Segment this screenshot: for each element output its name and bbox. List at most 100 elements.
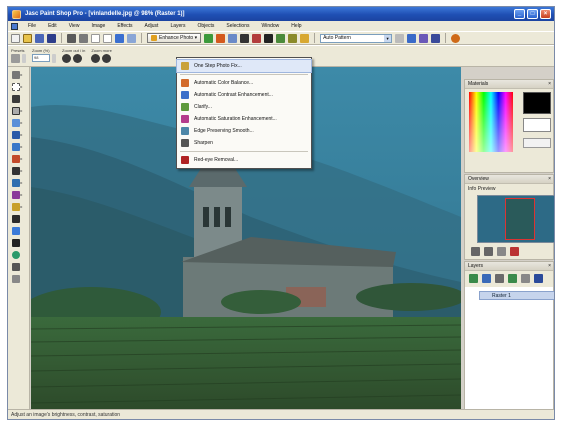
print-icon[interactable]	[67, 33, 76, 43]
texture-swatch[interactable]	[523, 138, 551, 148]
copy-icon[interactable]	[127, 33, 136, 43]
menu-item-color-balance[interactable]: Automatic Color Balance...	[177, 77, 311, 89]
menu-image[interactable]: Image	[89, 23, 107, 29]
chevron-down-icon[interactable]	[22, 54, 26, 63]
zoom-in-icon[interactable]	[73, 54, 82, 63]
menu-help[interactable]: Help	[289, 23, 303, 29]
adjustment-layer-icon[interactable]	[508, 274, 517, 283]
menu-bar: File Edit View Image Effects Adjust Laye…	[8, 21, 554, 31]
text-tool-icon[interactable]	[11, 238, 20, 247]
crop-tool-icon[interactable]	[11, 106, 20, 115]
menu-edit[interactable]: Edit	[46, 23, 59, 29]
menu-objects[interactable]: Objects	[195, 23, 216, 29]
zoom-out-icon[interactable]	[62, 54, 71, 63]
text-icon[interactable]	[264, 33, 274, 43]
close-icon[interactable]: ×	[540, 9, 551, 19]
mask-icon[interactable]	[495, 274, 504, 283]
eraser-tool-icon[interactable]	[11, 202, 20, 211]
pen-tool-icon[interactable]	[11, 262, 20, 271]
menu-item-one-step-photo-fix[interactable]: One Step Photo Fix...	[176, 59, 312, 73]
fit-icon[interactable]	[497, 247, 506, 256]
zoom-more-out-icon[interactable]	[91, 54, 101, 63]
close-icon[interactable]: ×	[548, 263, 551, 269]
menu-file[interactable]: File	[26, 23, 38, 29]
background-swatch[interactable]	[523, 118, 551, 132]
menu-item-contrast-enhancement[interactable]: Automatic Contrast Enhancement...	[177, 89, 311, 101]
browse-icon[interactable]	[35, 33, 44, 43]
clone-tool-icon[interactable]	[11, 154, 20, 163]
stop-icon[interactable]	[395, 33, 405, 43]
menu-item-saturation-enhancement[interactable]: Automatic Saturation Enhancement...	[177, 113, 311, 125]
overview-tabs[interactable]: Info Preview	[468, 186, 496, 192]
option-presets: Presets	[11, 48, 26, 63]
menu-adjust[interactable]: Adjust	[143, 23, 161, 29]
red-eye-tool-icon[interactable]	[11, 142, 20, 151]
menu-item-edge-preserving-smooth[interactable]: Edge Preserving Smooth...	[177, 125, 311, 137]
red-eye-tool-icon[interactable]	[252, 33, 262, 43]
record-icon[interactable]	[419, 33, 429, 43]
layer-icon[interactable]	[276, 33, 286, 43]
maximize-icon[interactable]: □	[527, 9, 538, 19]
close-icon[interactable]: ×	[548, 81, 551, 87]
cut-icon[interactable]	[115, 33, 124, 43]
app-icon	[12, 9, 21, 19]
zoom-in-icon[interactable]	[484, 247, 493, 256]
flood-fill-icon[interactable]	[11, 226, 20, 235]
dropper-tool-icon[interactable]	[11, 130, 20, 139]
grid-icon[interactable]	[288, 33, 298, 43]
straighten-tool-icon[interactable]	[11, 118, 20, 127]
zoom-out-icon[interactable]	[471, 247, 480, 256]
crop-icon[interactable]	[240, 33, 250, 43]
help-icon[interactable]	[451, 33, 461, 43]
picture-tube-icon[interactable]	[11, 214, 20, 223]
new-file-icon[interactable]	[11, 33, 20, 43]
paint-brush-icon[interactable]	[11, 166, 20, 175]
menu-view[interactable]: View	[67, 23, 82, 29]
save-icon[interactable]	[47, 33, 56, 43]
menu-effects[interactable]: Effects	[115, 23, 134, 29]
menu-window[interactable]: Window	[260, 23, 282, 29]
color-spectrum[interactable]	[469, 92, 513, 152]
zoom-more-in-icon[interactable]	[102, 54, 112, 63]
histogram-icon[interactable]	[228, 33, 238, 43]
scan-icon[interactable]	[79, 33, 88, 43]
menu-item-clarify[interactable]: Clarify...	[177, 101, 311, 113]
new-layer-icon[interactable]	[469, 274, 478, 283]
document-icon[interactable]	[11, 22, 18, 30]
minimize-icon[interactable]: _	[514, 9, 525, 19]
palette-icon[interactable]	[204, 33, 214, 43]
preset-select[interactable]: Auto Pattern ▼	[320, 33, 393, 43]
menu-item-sharpen[interactable]: Sharpen	[177, 137, 311, 149]
menu-layers[interactable]: Layers	[168, 23, 187, 29]
enhance-photo-button[interactable]: Enhance Photo ▾	[147, 33, 202, 43]
save-script-icon[interactable]	[431, 33, 441, 43]
undo-icon[interactable]	[91, 33, 100, 43]
layer-row[interactable]: Raster 1	[479, 291, 554, 300]
redo-icon[interactable]	[103, 33, 112, 43]
view-icon[interactable]	[510, 247, 519, 256]
effects-browser-icon[interactable]	[216, 33, 226, 43]
run-script-icon[interactable]	[407, 33, 417, 43]
selection-tool-icon[interactable]	[11, 82, 20, 91]
pan-tool-icon[interactable]	[11, 70, 20, 79]
delete-layer-icon[interactable]	[534, 274, 543, 283]
script-icon[interactable]	[300, 33, 310, 43]
open-folder-icon[interactable]	[23, 33, 32, 43]
vector-layer-icon[interactable]	[482, 274, 491, 283]
smudge-tool-icon[interactable]	[11, 190, 20, 199]
menu-item-red-eye-removal[interactable]: Red-eye Removal...	[177, 154, 311, 166]
move-tool-icon[interactable]	[11, 94, 20, 103]
menu-selections[interactable]: Selections	[224, 23, 251, 29]
link-icon[interactable]	[521, 274, 530, 283]
preset-shape-icon[interactable]	[11, 250, 20, 259]
close-icon[interactable]: ×	[548, 176, 551, 182]
foreground-swatch[interactable]	[523, 92, 551, 114]
presets-icon[interactable]	[11, 54, 20, 63]
option-zoom: Zoom (%) 98	[32, 48, 56, 63]
object-selector-icon[interactable]	[11, 274, 20, 283]
title-bar[interactable]: Jasc Paint Shop Pro - [vinlandelle.jpg @…	[8, 7, 554, 21]
dodge-tool-icon[interactable]	[11, 178, 20, 187]
zoom-spinner-icon[interactable]	[52, 54, 56, 63]
zoom-input[interactable]: 98	[32, 54, 50, 62]
overview-thumbnail[interactable]	[477, 195, 554, 243]
